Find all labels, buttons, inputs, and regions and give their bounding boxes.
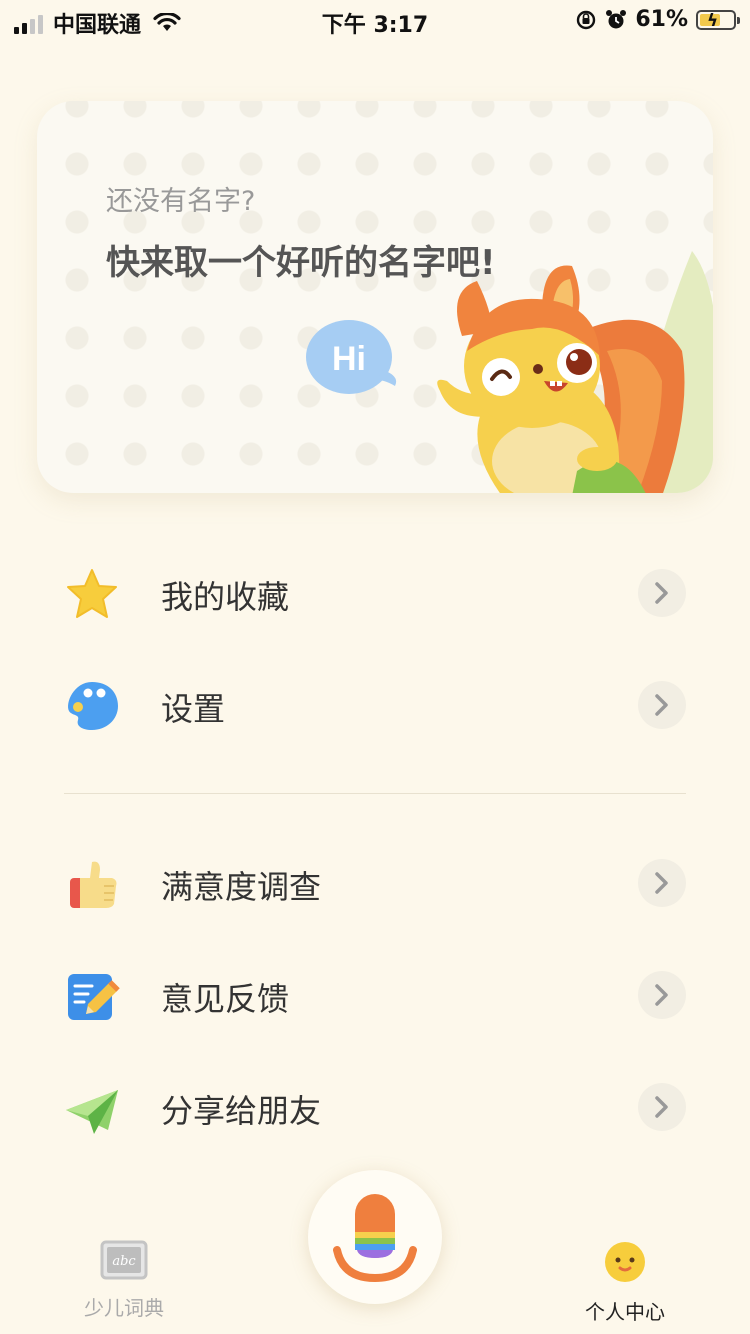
smiley-face-icon bbox=[605, 1242, 645, 1282]
chevron-right-icon[interactable] bbox=[638, 681, 686, 729]
menu-item-share[interactable]: 分享给朋友 bbox=[0, 1066, 750, 1146]
star-icon bbox=[67, 569, 117, 618]
palette-icon bbox=[68, 682, 118, 730]
chevron-right-icon[interactable] bbox=[638, 971, 686, 1019]
tab-profile[interactable]: 个人中心 bbox=[545, 1240, 705, 1325]
profile-subtitle: 还没有名字? bbox=[106, 186, 256, 217]
menu-divider bbox=[64, 793, 686, 794]
menu-item-settings[interactable]: 设置 bbox=[0, 664, 750, 744]
feedback-pencil-icon bbox=[68, 974, 120, 1020]
thumbs-up-icon bbox=[70, 861, 117, 908]
menu-item-survey[interactable]: 满意度调查 bbox=[0, 842, 750, 922]
hi-bubble-text: Hi bbox=[332, 340, 366, 378]
chevron-right-icon[interactable] bbox=[638, 569, 686, 617]
rotation-lock-icon bbox=[577, 10, 596, 29]
voice-input-button[interactable] bbox=[308, 1170, 442, 1304]
tab-dictionary-label: 少儿词典 bbox=[84, 1296, 164, 1320]
battery-icon: ϟ bbox=[696, 9, 740, 31]
chevron-right-icon[interactable] bbox=[638, 1083, 686, 1131]
menu-item-feedback-label: 意见反馈 bbox=[161, 980, 290, 1018]
squirrel-mascot bbox=[437, 251, 713, 493]
hi-speech-bubble: Hi bbox=[306, 320, 397, 394]
paper-plane-icon bbox=[66, 1090, 118, 1134]
chevron-right-icon[interactable] bbox=[638, 859, 686, 907]
microphone-icon bbox=[333, 1194, 417, 1282]
menu-item-share-label: 分享给朋友 bbox=[161, 1092, 322, 1130]
dictionary-board-icon: abc bbox=[100, 1240, 148, 1280]
menu-item-settings-label: 设置 bbox=[161, 690, 226, 728]
tab-profile-label: 个人中心 bbox=[585, 1300, 665, 1324]
alarm-icon bbox=[606, 9, 627, 28]
profile-card[interactable]: 还没有名字? 快来取一个好听的名字吧! Hi bbox=[37, 101, 713, 493]
svg-text:abc: abc bbox=[112, 1254, 136, 1269]
menu-item-favorites-label: 我的收藏 bbox=[161, 578, 290, 616]
menu-item-feedback[interactable]: 意见反馈 bbox=[0, 954, 750, 1034]
menu-item-favorites[interactable]: 我的收藏 bbox=[0, 552, 750, 632]
battery-percent: 61% bbox=[635, 7, 688, 32]
menu-item-survey-label: 满意度调查 bbox=[161, 868, 322, 906]
tab-dictionary[interactable]: abc 少儿词典 bbox=[44, 1240, 204, 1321]
status-bar: 中国联通 下午 3:17 61% ϟ bbox=[0, 0, 750, 40]
